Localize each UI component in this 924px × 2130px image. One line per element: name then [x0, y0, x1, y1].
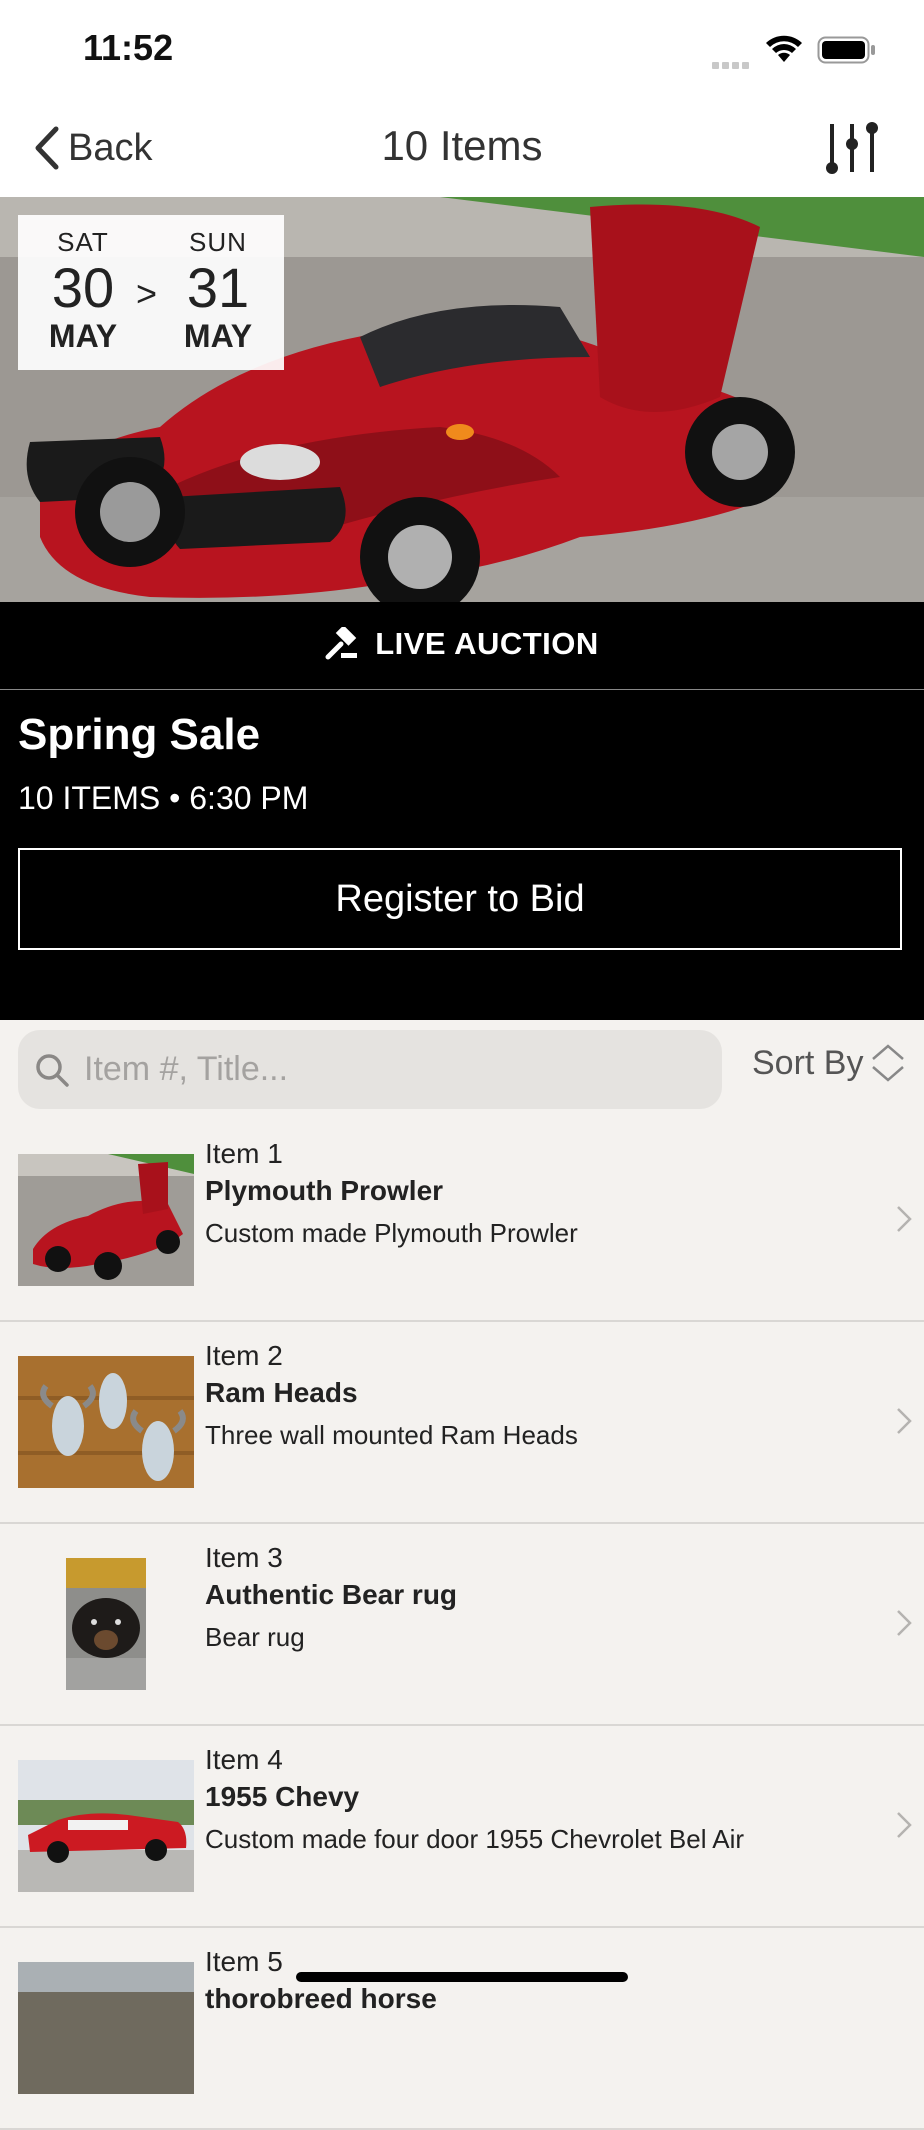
- status-bar: 11:52: [0, 0, 924, 100]
- horse-photo: [18, 1962, 194, 2094]
- cellular-signal-icon: [712, 56, 756, 69]
- register-to-bid-button[interactable]: Register to Bid: [18, 848, 902, 950]
- list-item[interactable]: Item 1 Plymouth Prowler Custom made Plym…: [0, 1120, 924, 1322]
- item-number: Item 1: [205, 1138, 283, 1169]
- list-item[interactable]: Item 2 Ram Heads Three wall mounted Ram …: [0, 1322, 924, 1524]
- live-auction-label: LIVE AUCTION: [375, 626, 599, 661]
- search-placeholder: Item #, Title...: [84, 1050, 289, 1088]
- bear-rug-photo: [66, 1558, 146, 1690]
- end-month: MAY: [183, 318, 253, 354]
- start-month: MAY: [48, 318, 118, 354]
- live-auction-banner: LIVE AUCTION: [0, 602, 924, 691]
- chevron-right-icon: [897, 1206, 912, 1232]
- chevron-right-icon: [897, 1812, 912, 1838]
- battery-icon: [817, 36, 875, 64]
- wifi-icon: [766, 35, 802, 62]
- item-thumbnail: [18, 1356, 194, 1488]
- sort-by-label: Sort By: [752, 1043, 864, 1082]
- search-sort-bar: Item #, Title... Sort By: [0, 1020, 924, 1120]
- item-description: Custom made four door 1955 Chevrolet Bel…: [205, 1824, 745, 1854]
- item-number: Item 5: [205, 1946, 283, 1977]
- item-thumbnail: [18, 1154, 194, 1286]
- item-description: Custom made Plymouth Prowler: [205, 1218, 578, 1248]
- gavel-icon: [325, 627, 358, 660]
- item-title: Authentic Bear rug: [205, 1579, 458, 1610]
- item-description: Three wall mounted Ram Heads: [205, 1420, 578, 1450]
- chevron-right-icon: [897, 1408, 912, 1434]
- filter-sliders-icon[interactable]: [822, 118, 882, 178]
- start-date: SAT 30 MAY: [28, 227, 138, 355]
- end-date: SUN 31 MAY: [163, 227, 273, 355]
- red-chevy-photo: [18, 1760, 194, 1892]
- sort-by-button[interactable]: Sort By: [752, 1042, 907, 1084]
- chevron-right-icon: [897, 1610, 912, 1636]
- list-item[interactable]: Item 5 thorobreed horse: [0, 1928, 924, 2130]
- search-input[interactable]: Item #, Title...: [18, 1030, 722, 1109]
- sort-chevrons-icon: [872, 1044, 905, 1082]
- item-thumbnail: [18, 1558, 194, 1690]
- end-weekday: SUN: [189, 227, 247, 257]
- home-indicator[interactable]: [296, 1972, 628, 1982]
- search-icon: [36, 1053, 69, 1087]
- end-day: 31: [186, 256, 250, 319]
- item-title: 1955 Chevy: [205, 1781, 360, 1812]
- item-number: Item 2: [205, 1340, 283, 1371]
- item-number: Item 3: [205, 1542, 283, 1573]
- item-thumbnail: [18, 1962, 194, 2094]
- item-title: Ram Heads: [205, 1377, 358, 1408]
- ram-heads-photo: [18, 1356, 194, 1488]
- list-item[interactable]: Item 3 Authentic Bear rug Bear rug: [0, 1524, 924, 1726]
- date-separator: >: [136, 273, 158, 314]
- red-roadster-photo: [18, 1154, 194, 1286]
- auction-date-range: SAT 30 MAY > SUN 31 MAY: [18, 215, 284, 370]
- item-thumbnail: [18, 1760, 194, 1892]
- start-weekday: SAT: [57, 227, 109, 257]
- item-description: Bear rug: [205, 1622, 305, 1652]
- item-number: Item 4: [205, 1744, 283, 1775]
- status-time: 11:52: [83, 27, 174, 68]
- start-day: 30: [51, 256, 115, 319]
- sale-meta: 10 ITEMS • 6:30 PM: [18, 780, 309, 816]
- sale-info-panel: Spring Sale 10 ITEMS • 6:30 PM Register …: [0, 690, 924, 1020]
- page-title: 10 Items: [381, 122, 543, 169]
- item-title: Plymouth Prowler: [205, 1175, 444, 1206]
- list-item[interactable]: Item 4 1955 Chevy Custom made four door …: [0, 1726, 924, 1928]
- sale-title: Spring Sale: [18, 710, 261, 759]
- item-title: thorobreed horse: [205, 1983, 437, 2014]
